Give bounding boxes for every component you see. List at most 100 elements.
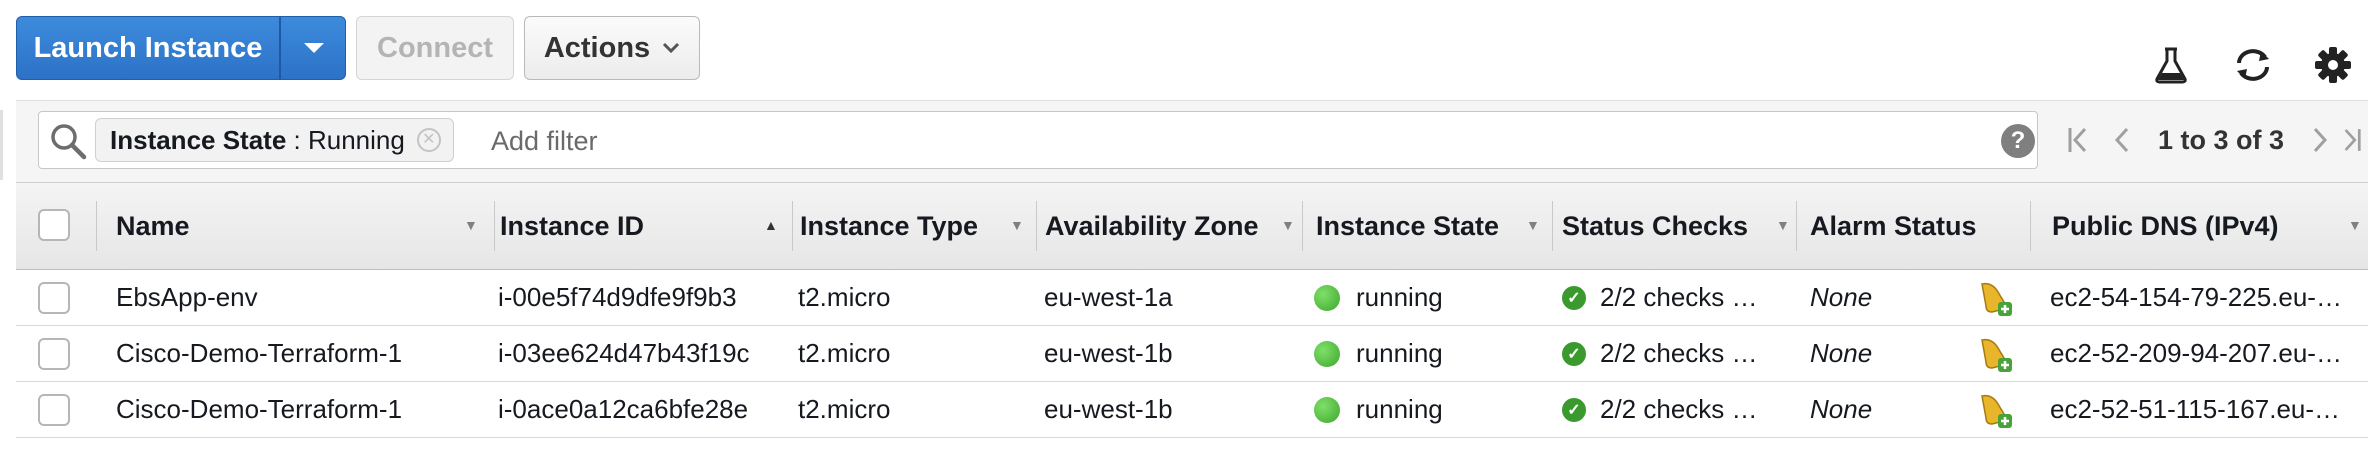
create-alarm-icon[interactable] <box>1976 382 2016 437</box>
column-divider <box>494 201 495 251</box>
column-divider <box>1796 201 1797 251</box>
public-dns: ec2-52-209-94-207.eu-… <box>2050 338 2342 368</box>
select-all-checkbox[interactable] <box>38 209 70 241</box>
instance-id: i-00e5f74d9dfe9f9b3 <box>498 282 737 312</box>
column-header-public-dns[interactable]: Public DNS (IPv4) ▼ <box>2052 183 2368 269</box>
next-page-icon[interactable] <box>2298 118 2342 162</box>
column-label: Name <box>116 210 190 241</box>
instance-state-label: running <box>1356 394 1443 424</box>
alarm-status: None <box>1810 338 1873 368</box>
remove-filter-icon[interactable]: ✕ <box>416 128 441 152</box>
column-label: Public DNS (IPv4) <box>2052 210 2279 241</box>
launch-instance-dropdown[interactable] <box>281 17 347 79</box>
status-checks-label: 2/2 checks … <box>1600 394 1758 424</box>
last-page-icon[interactable] <box>2342 118 2362 162</box>
column-label: Availability Zone <box>1045 210 1259 241</box>
help-icon[interactable]: ? <box>2001 124 2035 158</box>
public-dns: ec2-54-154-79-225.eu-… <box>2050 282 2342 312</box>
column-header-alarm-status[interactable]: Alarm Status <box>1810 183 2030 269</box>
running-status-icon <box>1314 396 1340 423</box>
sort-ascending-icon: ▲ <box>764 217 778 233</box>
filter-chip-key: Instance State <box>110 124 287 155</box>
check-passed-icon: ✓ <box>1562 285 1586 310</box>
table-row[interactable]: Cisco-Demo-Terraform-1 i-0ace0a12ca6bfe2… <box>16 382 2368 438</box>
sort-caret-icon: ▼ <box>1010 217 1024 233</box>
refresh-icon[interactable] <box>2232 44 2274 86</box>
column-label: Instance ID <box>500 210 645 241</box>
launch-instance-button[interactable]: Launch Instance <box>17 17 279 79</box>
column-header-availability-zone[interactable]: Availability Zone ▼ <box>1045 183 1301 269</box>
filter-chip: Instance State : Running ✕ <box>95 118 454 162</box>
instance-type: t2.micro <box>798 338 891 368</box>
column-header-instance-state[interactable]: Instance State ▼ <box>1316 183 1552 269</box>
instance-name: EbsApp-env <box>116 282 258 312</box>
sort-caret-icon: ▼ <box>2348 217 2362 233</box>
instance-state-label: running <box>1356 338 1443 368</box>
instance-state-label: running <box>1356 282 1443 312</box>
availability-zone: eu-west-1b <box>1044 394 1173 424</box>
running-status-icon <box>1314 284 1340 311</box>
instance-type: t2.micro <box>798 394 891 424</box>
availability-zone: eu-west-1a <box>1044 282 1173 312</box>
instances-table: Name ▼ Instance ID ▲ Instance Type ▼ Ava… <box>16 182 2368 438</box>
column-divider <box>1552 201 1553 251</box>
public-dns: ec2-52-51-115-167.eu-… <box>2050 394 2341 424</box>
column-header-instance-id[interactable]: Instance ID ▲ <box>500 183 792 269</box>
gear-icon[interactable] <box>2312 44 2354 86</box>
alarm-status: None <box>1810 282 1873 312</box>
create-alarm-icon[interactable] <box>1976 270 2016 325</box>
column-divider <box>792 201 793 251</box>
availability-zone: eu-west-1b <box>1044 338 1173 368</box>
pagination-status: 1 to 3 of 3 <box>2158 124 2285 155</box>
connect-label: Connect <box>377 31 493 64</box>
column-header-name[interactable]: Name ▼ <box>116 183 496 269</box>
instance-id: i-0ace0a12ca6bfe28e <box>498 394 749 424</box>
connect-button[interactable]: Connect <box>356 16 514 80</box>
column-header-status-checks[interactable]: Status Checks ▼ <box>1562 183 1794 269</box>
filter-chip-value: Running <box>307 124 405 155</box>
table-header: Name ▼ Instance ID ▲ Instance Type ▼ Ava… <box>16 182 2368 270</box>
instance-state: running <box>1314 270 1544 325</box>
caret-down-icon <box>304 43 324 53</box>
toolbar: Launch Instance Connect Actions <box>0 0 2368 100</box>
running-status-icon <box>1314 340 1340 367</box>
column-label: Alarm Status <box>1810 210 1977 241</box>
status-checks: ✓ 2/2 checks … <box>1562 326 1792 381</box>
actions-label: Actions <box>543 31 651 64</box>
flask-icon[interactable] <box>2150 44 2192 86</box>
search-icon <box>51 124 87 160</box>
status-checks: ✓ 2/2 checks … <box>1562 382 1792 437</box>
sort-caret-icon: ▼ <box>1281 217 1295 233</box>
alarm-status: None <box>1810 394 1873 424</box>
filter-bar: Instance State : Running ✕ ? 1 to 3 of 3 <box>16 100 2368 183</box>
column-divider <box>1036 201 1037 251</box>
status-checks-label: 2/2 checks … <box>1600 338 1758 368</box>
left-border <box>0 110 3 180</box>
actions-button[interactable]: Actions <box>524 16 700 80</box>
column-divider <box>2030 201 2031 251</box>
column-label: Instance State <box>1316 210 1500 241</box>
instance-id: i-03ee624d47b43f19c <box>498 338 750 368</box>
add-filter-input[interactable] <box>489 120 1893 162</box>
row-checkbox[interactable] <box>38 282 70 314</box>
column-label: Instance Type <box>800 210 979 241</box>
check-passed-icon: ✓ <box>1562 397 1586 422</box>
first-page-icon[interactable] <box>2056 118 2100 162</box>
column-header-instance-type[interactable]: Instance Type ▼ <box>800 183 1036 269</box>
check-passed-icon: ✓ <box>1562 341 1586 366</box>
previous-page-icon[interactable] <box>2100 118 2144 162</box>
instance-name: Cisco-Demo-Terraform-1 <box>116 394 403 424</box>
table-row[interactable]: EbsApp-env i-00e5f74d9dfe9f9b3 t2.micro … <box>16 270 2368 326</box>
row-checkbox[interactable] <box>38 338 70 370</box>
sort-caret-icon: ▼ <box>464 217 478 233</box>
sort-caret-icon: ▼ <box>1776 217 1790 233</box>
table-row[interactable]: Cisco-Demo-Terraform-1 i-03ee624d47b43f1… <box>16 326 2368 382</box>
launch-instance-split-button: Launch Instance <box>16 16 346 80</box>
instance-name: Cisco-Demo-Terraform-1 <box>116 338 403 368</box>
instance-state: running <box>1314 326 1544 381</box>
sort-caret-icon: ▼ <box>1526 217 1540 233</box>
row-checkbox[interactable] <box>38 394 70 426</box>
create-alarm-icon[interactable] <box>1976 326 2016 381</box>
search-box: Instance State : Running ✕ ? <box>38 111 2038 169</box>
column-divider <box>96 201 97 251</box>
